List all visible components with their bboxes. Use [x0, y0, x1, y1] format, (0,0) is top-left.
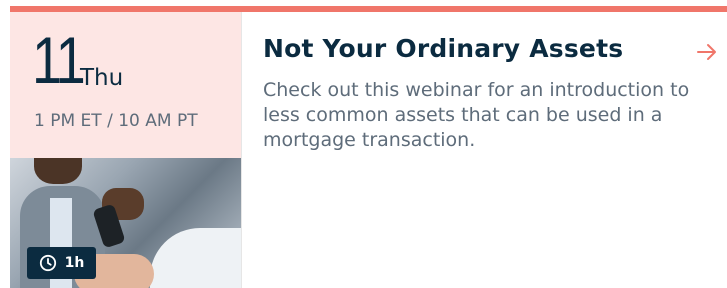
photo-head-shape [34, 158, 82, 184]
event-image: 1h [10, 158, 241, 288]
event-details: Not Your Ordinary Assets Check out this … [241, 12, 727, 288]
clock-icon [39, 254, 56, 272]
event-time: 1 PM ET / 10 AM PT [34, 111, 198, 131]
arrow-right-icon[interactable] [695, 40, 719, 64]
duration-label: 1h [64, 255, 85, 271]
event-day-number: 11 [32, 23, 86, 97]
webinar-card[interactable]: 11 Thu 1 PM ET / 10 AM PT 1h Not Your Or… [10, 6, 727, 288]
event-title[interactable]: Not Your Ordinary Assets [263, 34, 623, 64]
event-description: Check out this webinar for an introducti… [263, 79, 690, 151]
photo-car-shape [150, 228, 241, 288]
duration-badge: 1h [27, 247, 96, 279]
event-weekday: Thu [80, 65, 124, 91]
date-panel: 11 Thu 1 PM ET / 10 AM PT 1h [10, 12, 241, 288]
